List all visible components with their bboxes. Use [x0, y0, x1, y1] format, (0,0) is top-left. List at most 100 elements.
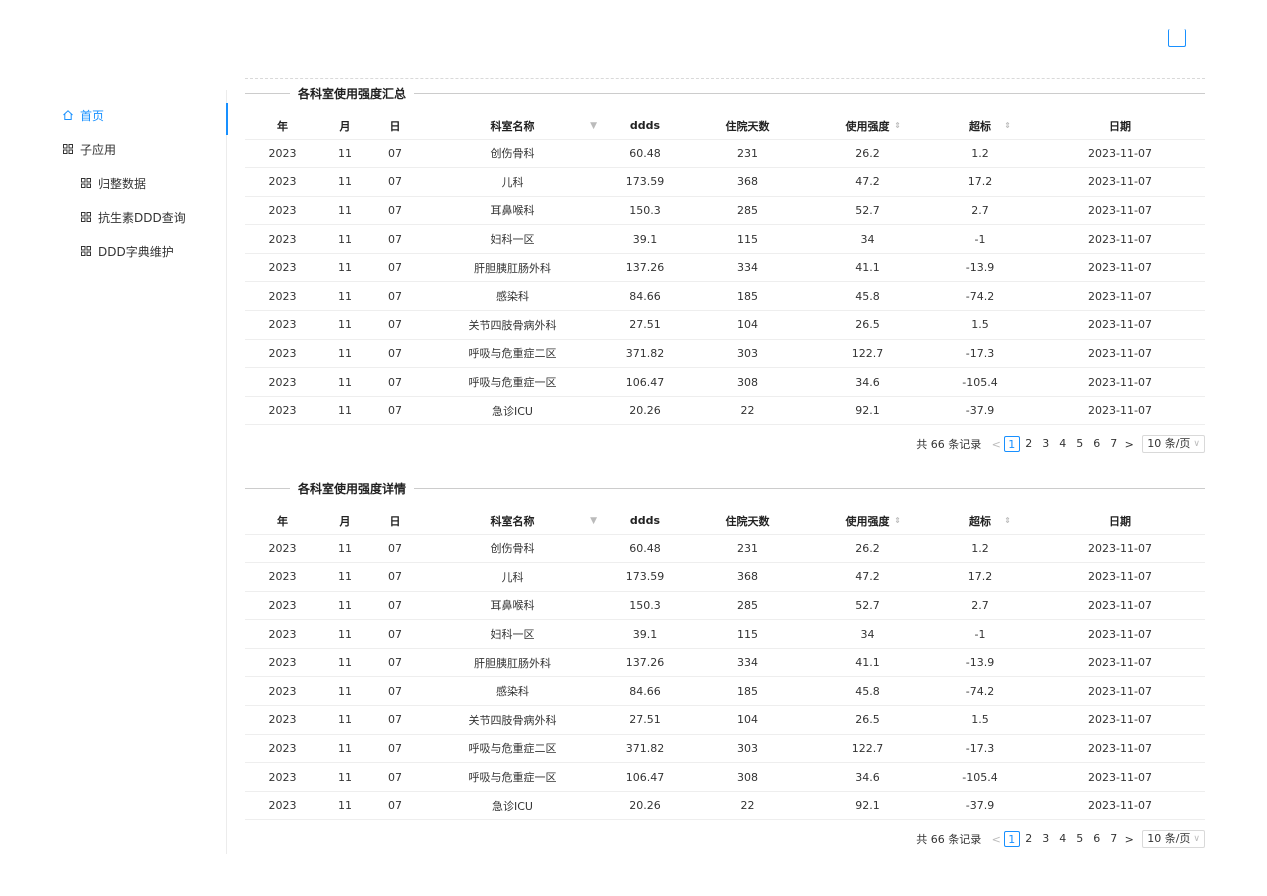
pagination-next-button[interactable]: > [1122, 833, 1136, 846]
table-cell: 2023 [245, 311, 320, 340]
pagination-page[interactable]: 2 [1021, 436, 1037, 452]
table-row: 20231107呼吸与危重症一区106.4730834.6-105.42023-… [245, 763, 1205, 792]
pagination-page[interactable]: 3 [1038, 831, 1054, 847]
table-row: 20231107呼吸与危重症二区371.82303122.7-17.32023-… [245, 734, 1205, 763]
sort-icon[interactable]: ⇕ [894, 122, 901, 130]
column-header-label: 月 [340, 513, 351, 529]
section-title: 各科室使用强度详情 [290, 480, 414, 497]
column-header-label: 住院天数 [726, 118, 770, 134]
column-header[interactable]: 使用强度⇕ [810, 113, 925, 139]
pagination-page[interactable]: 5 [1072, 436, 1088, 452]
table-cell: 肝胆胰肛肠外科 [420, 648, 605, 677]
column-header[interactable]: 使用强度⇕ [810, 508, 925, 534]
table-cell: 11 [320, 368, 370, 397]
pagination-page[interactable]: 1 [1004, 831, 1020, 847]
column-header-label: ddds [630, 514, 660, 527]
pagination-page[interactable]: 6 [1089, 831, 1105, 847]
table-cell: 儿科 [420, 563, 605, 592]
column-header-label: 日 [390, 513, 401, 529]
table-cell: 2023-11-07 [1035, 368, 1205, 397]
table-cell: 急诊ICU [420, 791, 605, 820]
pagination-prev-button[interactable]: < [989, 438, 1003, 451]
sidebar-item-subapp[interactable]: 子应用 [0, 132, 227, 166]
column-header[interactable]: 科室名称▼ [420, 113, 605, 139]
column-header: 住院天数 [685, 113, 810, 139]
column-header: 日期 [1035, 508, 1205, 534]
divider-line [414, 488, 1205, 489]
table-row: 20231107妇科一区39.111534-12023-11-07 [245, 225, 1205, 254]
table-cell: 150.3 [605, 196, 685, 225]
pagination-page[interactable]: 3 [1038, 436, 1054, 452]
table-cell: 34.6 [810, 368, 925, 397]
filter-icon[interactable]: ▼ [590, 516, 597, 526]
table-cell: 07 [370, 706, 420, 735]
sort-icon[interactable]: ⇕ [1004, 122, 1011, 130]
pagination-prev-button[interactable]: < [989, 833, 1003, 846]
sort-icon[interactable]: ⇕ [1004, 517, 1011, 525]
table-cell: 137.26 [605, 253, 685, 282]
pagination-next-button[interactable]: > [1122, 438, 1136, 451]
pagination-page[interactable]: 1 [1004, 436, 1020, 452]
table-cell: 104 [685, 706, 810, 735]
table-cell: 368 [685, 168, 810, 197]
chevron-down-icon: ∨ [1193, 831, 1200, 847]
table-cell: 11 [320, 534, 370, 563]
pagination-page[interactable]: 4 [1055, 436, 1071, 452]
table-cell: 2023-11-07 [1035, 534, 1205, 563]
sidebar-item-label: 抗生素DDD查询 [98, 209, 186, 226]
table-cell: 07 [370, 591, 420, 620]
table-cell: 2023-11-07 [1035, 706, 1205, 735]
sidebar-item-ddd-dictionary[interactable]: DDD字典维护 [0, 234, 227, 268]
sidebar-item-organize-data[interactable]: 归整数据 [0, 166, 227, 200]
table-cell: 2.7 [925, 591, 1035, 620]
table-cell: 17.2 [925, 168, 1035, 197]
table-cell: 急诊ICU [420, 396, 605, 425]
sidebar-item-home[interactable]: 首页 [0, 98, 227, 132]
table-cell: 22 [685, 396, 810, 425]
pagination-page[interactable]: 6 [1089, 436, 1105, 452]
page-size-select[interactable]: 10 条/页∨ [1142, 435, 1205, 453]
table-header-row: 年月日科室名称▼ddds住院天数使用强度⇕超标⇕日期 [245, 113, 1205, 139]
filter-icon[interactable]: ▼ [590, 121, 597, 131]
table-cell: -37.9 [925, 791, 1035, 820]
table-cell: 07 [370, 563, 420, 592]
table-cell: 11 [320, 648, 370, 677]
table-cell: 2023 [245, 534, 320, 563]
detail-section: 各科室使用强度详情 年月日科室名称▼ddds住院天数使用强度⇕超标⇕日期 202… [245, 480, 1205, 850]
table-cell: -13.9 [925, 648, 1035, 677]
table-row: 20231107耳鼻喉科150.328552.72.72023-11-07 [245, 591, 1205, 620]
pagination-page[interactable]: 4 [1055, 831, 1071, 847]
column-header[interactable]: 超标⇕ [925, 113, 1035, 139]
table-cell: 185 [685, 282, 810, 311]
table-cell: 2023-11-07 [1035, 396, 1205, 425]
sort-icon[interactable]: ⇕ [894, 517, 901, 525]
table-header-row: 年月日科室名称▼ddds住院天数使用强度⇕超标⇕日期 [245, 508, 1205, 534]
pagination-page[interactable]: 7 [1106, 436, 1122, 452]
column-header[interactable]: 超标⇕ [925, 508, 1035, 534]
table-cell: 创伤骨科 [420, 139, 605, 168]
pagination: 共 66 条记录<1234567>10 条/页∨ [245, 433, 1205, 455]
pagination-page[interactable]: 7 [1106, 831, 1122, 847]
pagination-page[interactable]: 5 [1072, 831, 1088, 847]
column-header: 日 [370, 113, 420, 139]
table-row: 20231107关节四肢骨病外科27.5110426.51.52023-11-0… [245, 706, 1205, 735]
column-header[interactable]: 科室名称▼ [420, 508, 605, 534]
grid-icon [62, 143, 74, 155]
pagination: 共 66 条记录<1234567>10 条/页∨ [245, 828, 1205, 850]
table-cell: 2023-11-07 [1035, 196, 1205, 225]
table-cell: 妇科一区 [420, 620, 605, 649]
page-size-select[interactable]: 10 条/页∨ [1142, 830, 1205, 848]
table-row: 20231107耳鼻喉科150.328552.72.72023-11-07 [245, 196, 1205, 225]
column-header: 年 [245, 113, 320, 139]
pagination-page[interactable]: 2 [1021, 831, 1037, 847]
table-cell: 肝胆胰肛肠外科 [420, 253, 605, 282]
table-cell: 2023-11-07 [1035, 677, 1205, 706]
sidebar-item-antibiotic-ddd-query[interactable]: 抗生素DDD查询 [0, 200, 227, 234]
section-heading: 各科室使用强度汇总 [245, 85, 1205, 101]
table-row: 20231107急诊ICU20.262292.1-37.92023-11-07 [245, 791, 1205, 820]
top-toolbar-button[interactable] [1168, 29, 1186, 47]
table-row: 20231107感染科84.6618545.8-74.22023-11-07 [245, 677, 1205, 706]
table-cell: 2023-11-07 [1035, 763, 1205, 792]
table-cell: 1.5 [925, 311, 1035, 340]
table-cell: 2023 [245, 339, 320, 368]
